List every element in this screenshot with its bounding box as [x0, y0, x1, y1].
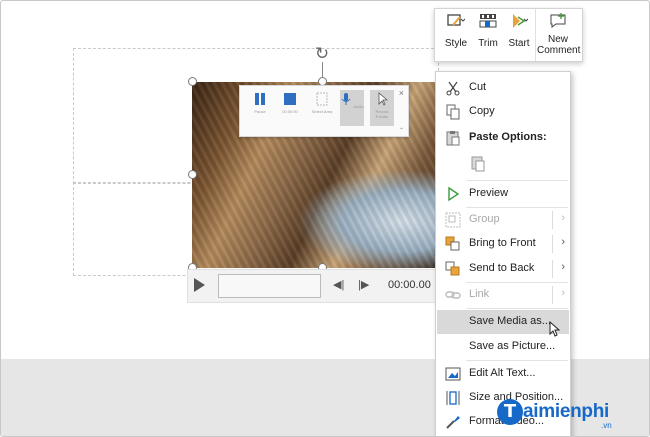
- playback-time: 00:00.00: [388, 279, 431, 291]
- pointer-icon: [378, 92, 389, 106]
- pause-icon: [255, 93, 265, 105]
- trim-button[interactable]: Trim: [475, 13, 501, 49]
- chevron-right-icon: ›: [561, 287, 565, 299]
- play-icon[interactable]: [194, 278, 205, 292]
- select-area-label: Select Area: [311, 109, 333, 114]
- menu-separator: [466, 180, 568, 181]
- menu-label-save-as-picture: Save as Picture...: [469, 340, 556, 352]
- alt-text-icon: [445, 367, 461, 381]
- menu-separator: [466, 360, 568, 361]
- group-icon: [445, 212, 461, 228]
- chevron-right-icon[interactable]: ›: [561, 261, 565, 273]
- menu-item-paste-options: Paste Options:: [437, 126, 569, 150]
- submenu-divider: [552, 211, 553, 229]
- rotate-handle-icon[interactable]: ↻: [313, 45, 331, 63]
- toolbar-divider: [535, 9, 536, 61]
- paste-icon: [446, 131, 460, 146]
- audio-label: Audio: [353, 104, 364, 109]
- stop-icon: [284, 93, 296, 105]
- menu-label-copy: Copy: [469, 105, 495, 117]
- menu-separator: [466, 308, 568, 309]
- record-timer-label: 00:00:00: [282, 109, 298, 114]
- new-comment-icon: [550, 13, 566, 28]
- menu-item-save-as-picture[interactable]: Save as Picture...: [437, 335, 569, 359]
- close-icon[interactable]: ×: [399, 88, 404, 98]
- record-pause-button[interactable]: Pause: [248, 92, 272, 114]
- collapse-icon[interactable]: ⌃: [399, 127, 404, 134]
- watermark-name: aimienphi: [523, 401, 609, 422]
- style-label: Style: [444, 38, 468, 49]
- submenu-divider: [552, 286, 553, 304]
- context-menu: Cut Copy Paste Options: Preview Group › …: [435, 71, 571, 436]
- watermark-suffix: .vn: [601, 421, 612, 430]
- paste-format-icon: [471, 156, 485, 172]
- paste-keep-format-button[interactable]: [469, 154, 489, 174]
- step-back-icon[interactable]: ◀|: [333, 278, 344, 291]
- new-comment-button[interactable]: New Comment: [537, 13, 581, 56]
- submenu-divider: [552, 235, 553, 253]
- play-icon: [448, 186, 460, 202]
- start-button[interactable]: Start: [505, 13, 533, 49]
- watermark-initial: T: [497, 399, 523, 425]
- format-video-icon: [446, 416, 460, 429]
- bring-front-icon: [445, 236, 460, 251]
- record-pointer-label: Record Pointer: [375, 109, 389, 119]
- chevron-right-icon[interactable]: ›: [561, 236, 565, 248]
- trim-label: Trim: [478, 38, 498, 49]
- menu-label-preview: Preview: [469, 187, 509, 199]
- link-icon: [445, 291, 461, 299]
- menu-item-preview[interactable]: Preview: [437, 182, 569, 206]
- media-player-controls: ◀| |▶ 00:00.00: [187, 269, 439, 303]
- new-comment-label: New Comment: [537, 34, 581, 56]
- record-stop-button[interactable]: 00:00:00: [278, 92, 302, 114]
- mini-toolbar: Style Trim Start New Comment: [434, 8, 583, 62]
- style-icon: [447, 14, 466, 26]
- menu-label-cut: Cut: [469, 81, 487, 93]
- screen-recording-toolbar: Pause 00:00:00 Select Area Audio Record …: [239, 85, 409, 137]
- menu-label-edit-alt-text: Edit Alt Text...: [469, 367, 536, 379]
- select-area-button[interactable]: Select Area: [310, 92, 334, 114]
- style-button[interactable]: Style: [443, 13, 469, 49]
- menu-item-bring-to-front[interactable]: Bring to Front ›: [437, 232, 569, 256]
- copy-icon: [446, 104, 460, 120]
- menu-item-send-to-back[interactable]: Send to Back ›: [437, 257, 569, 281]
- menu-item-link: Link ›: [437, 283, 569, 307]
- menu-label-link: Link: [469, 288, 490, 300]
- chevron-right-icon: ›: [561, 212, 565, 224]
- menu-label-group: Group: [469, 213, 500, 225]
- start-icon: [513, 14, 529, 28]
- menu-label-bring-to-front: Bring to Front: [469, 237, 536, 249]
- send-back-icon: [445, 261, 460, 276]
- select-area-icon: [316, 92, 328, 106]
- menu-label-paste-options: Paste Options:: [469, 131, 547, 143]
- menu-label-send-to-back: Send to Back: [469, 262, 535, 274]
- step-forward-icon[interactable]: |▶: [358, 278, 369, 291]
- start-label: Start: [508, 38, 530, 49]
- record-pause-label: Pause: [254, 109, 266, 114]
- menu-item-copy[interactable]: Copy: [437, 100, 569, 124]
- powerpoint-slide-area: ↻ Pause 00:00:00 Select Area Audio Recor…: [0, 0, 650, 437]
- menu-item-edit-alt-text[interactable]: Edit Alt Text...: [437, 362, 569, 386]
- audio-button[interactable]: Audio: [340, 90, 364, 126]
- menu-label-save-media-as: Save Media as...: [469, 315, 551, 327]
- submenu-divider: [552, 260, 553, 278]
- seek-bar[interactable]: [218, 274, 321, 298]
- mouse-cursor-icon: [549, 321, 561, 337]
- trim-icon: [479, 14, 497, 28]
- resize-handle-top-left[interactable]: [188, 77, 197, 86]
- scissors-icon: [446, 81, 460, 96]
- resize-handle-left[interactable]: [188, 170, 197, 179]
- size-position-icon: [446, 391, 460, 405]
- microphone-icon: [342, 93, 351, 105]
- record-pointer-button[interactable]: Record Pointer: [370, 90, 394, 126]
- menu-item-cut[interactable]: Cut: [437, 76, 569, 100]
- menu-item-group: Group ›: [437, 208, 569, 232]
